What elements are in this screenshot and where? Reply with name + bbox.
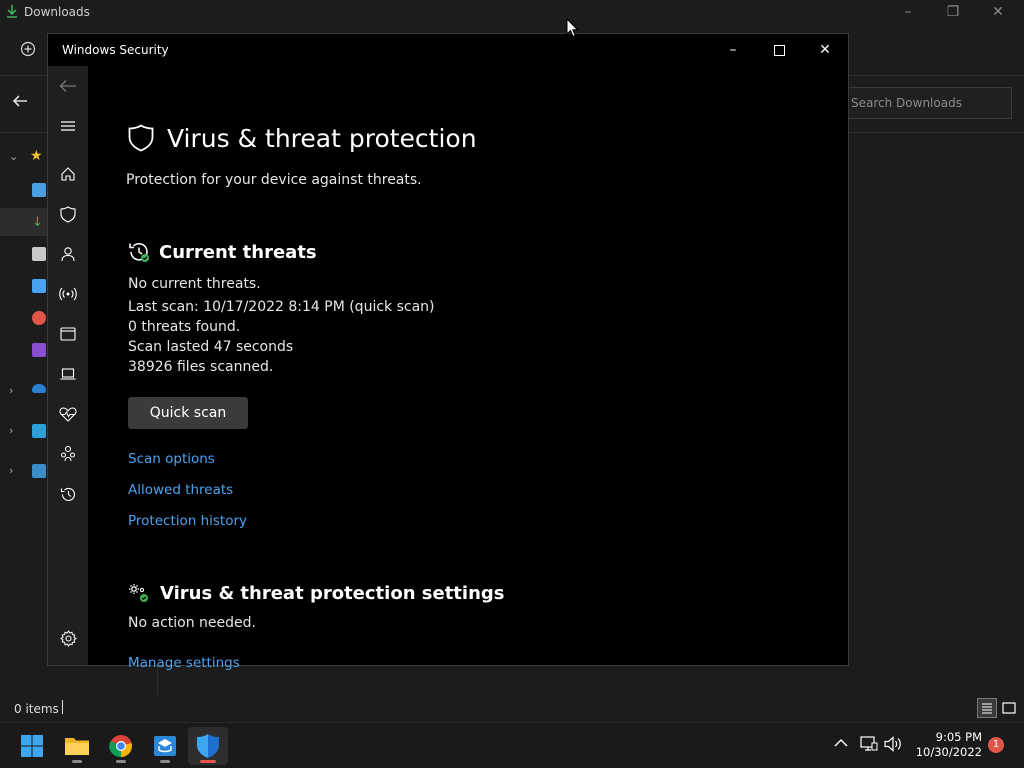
close-icon[interactable]: ✕ bbox=[983, 4, 1013, 20]
explorer-status-bar: 0 items bbox=[0, 694, 1024, 722]
running-indicator bbox=[160, 760, 170, 763]
clock[interactable]: 9:05 PM 10/30/2022 bbox=[912, 730, 982, 760]
security-nav-rail bbox=[48, 66, 88, 665]
settings-section-heading: Virus & threat protection settings bbox=[160, 583, 505, 604]
active-indicator bbox=[200, 760, 216, 763]
protection-history-icon[interactable] bbox=[58, 484, 78, 504]
new-item-icon[interactable] bbox=[20, 41, 36, 61]
videos-folder-icon[interactable] bbox=[32, 343, 46, 357]
volume-icon[interactable] bbox=[884, 736, 902, 756]
store-taskbar-button[interactable] bbox=[145, 727, 185, 765]
current-threats-heading: Current threats bbox=[159, 242, 317, 263]
windows-logo-icon bbox=[21, 735, 43, 757]
details-view-icon[interactable] bbox=[977, 698, 997, 718]
network-icon[interactable] bbox=[32, 464, 46, 478]
running-indicator bbox=[116, 760, 126, 763]
scan-options-link[interactable]: Scan options bbox=[128, 451, 215, 467]
chrome-taskbar-button[interactable] bbox=[101, 727, 141, 765]
mouse-cursor-icon bbox=[566, 17, 579, 42]
shield-icon[interactable] bbox=[58, 204, 78, 224]
item-count: 0 items bbox=[14, 702, 59, 716]
chrome-icon bbox=[109, 735, 132, 758]
chevron-right-icon[interactable]: › bbox=[9, 424, 13, 437]
minimize-icon[interactable]: – bbox=[710, 34, 756, 66]
download-icon bbox=[6, 4, 18, 22]
onedrive-icon[interactable] bbox=[32, 384, 46, 393]
files-scanned-line: 38926 files scanned. bbox=[128, 359, 274, 375]
chevron-down-icon[interactable]: ⌄ bbox=[9, 150, 18, 163]
settings-status-line: No action needed. bbox=[128, 615, 256, 631]
music-folder-icon[interactable] bbox=[32, 311, 46, 325]
threat-status-line: No current threats. bbox=[128, 276, 261, 292]
security-shield-icon bbox=[197, 734, 219, 758]
windows-security-taskbar-button[interactable] bbox=[188, 727, 228, 765]
start-button[interactable] bbox=[12, 727, 52, 765]
manage-settings-link[interactable]: Manage settings bbox=[128, 655, 240, 671]
settings-gears-icon bbox=[128, 583, 150, 607]
clock-date: 10/30/2022 bbox=[915, 745, 982, 759]
window-title: Windows Security bbox=[62, 43, 169, 57]
show-hidden-icons-chevron-icon[interactable] bbox=[834, 736, 848, 752]
chevron-right-icon[interactable]: › bbox=[9, 464, 13, 477]
restore-icon[interactable]: ❐ bbox=[938, 4, 968, 20]
search-input[interactable]: Search Downloads bbox=[836, 87, 1012, 119]
back-arrow-icon[interactable] bbox=[12, 93, 28, 112]
star-icon[interactable]: ★ bbox=[30, 148, 43, 164]
last-scan-line: Last scan: 10/17/2022 8:14 PM (quick sca… bbox=[128, 299, 435, 315]
chevron-right-icon[interactable]: › bbox=[9, 384, 13, 397]
device-health-icon[interactable] bbox=[58, 404, 78, 424]
security-titlebar: Windows Security – ✕ bbox=[48, 34, 848, 66]
back-arrow-icon[interactable] bbox=[58, 76, 78, 96]
shield-icon bbox=[128, 124, 154, 156]
hamburger-menu-icon[interactable] bbox=[58, 116, 78, 136]
quick-scan-button[interactable]: Quick scan bbox=[128, 397, 248, 429]
explorer-titlebar: Downloads – ❐ ✕ bbox=[0, 0, 1024, 28]
tiles-view-icon[interactable] bbox=[999, 698, 1019, 718]
status-separator bbox=[62, 700, 63, 714]
clock-time: 9:05 PM bbox=[935, 730, 982, 744]
settings-gear-icon[interactable] bbox=[58, 628, 78, 648]
app-browser-control-icon[interactable] bbox=[58, 324, 78, 344]
scan-duration-line: Scan lasted 47 seconds bbox=[128, 339, 294, 355]
firewall-network-icon[interactable] bbox=[58, 284, 78, 304]
family-options-icon[interactable] bbox=[58, 444, 78, 464]
minimize-icon[interactable]: – bbox=[893, 4, 923, 20]
network-icon[interactable] bbox=[860, 736, 878, 756]
pictures-folder-icon[interactable] bbox=[32, 279, 46, 293]
taskbar: 9:05 PM 10/30/2022 1 bbox=[0, 722, 1024, 768]
downloads-folder-icon[interactable]: ↓ bbox=[32, 215, 46, 230]
explorer-title: Downloads bbox=[24, 5, 90, 19]
close-icon[interactable]: ✕ bbox=[802, 34, 848, 66]
maximize-icon[interactable] bbox=[756, 34, 802, 66]
page-title: Virus & threat protection bbox=[167, 124, 477, 153]
threats-found-line: 0 threats found. bbox=[128, 319, 241, 335]
device-security-icon[interactable] bbox=[58, 364, 78, 384]
page-subtitle: Protection for your device against threa… bbox=[126, 172, 422, 188]
allowed-threats-link[interactable]: Allowed threats bbox=[128, 482, 233, 498]
home-icon[interactable] bbox=[58, 164, 78, 184]
security-content-pane: Virus & threat protection Protection for… bbox=[88, 66, 848, 671]
notification-badge[interactable]: 1 bbox=[988, 737, 1004, 753]
protection-history-link[interactable]: Protection history bbox=[128, 513, 247, 529]
documents-folder-icon[interactable] bbox=[32, 247, 46, 261]
scan-history-icon bbox=[128, 241, 150, 267]
account-icon[interactable] bbox=[58, 244, 78, 264]
running-indicator bbox=[72, 760, 82, 763]
windows-security-window: Windows Security – ✕ Virus & threat prot… bbox=[47, 33, 849, 671]
file-explorer-taskbar-button[interactable] bbox=[57, 727, 97, 765]
this-pc-icon[interactable] bbox=[32, 424, 46, 438]
app-icon bbox=[154, 736, 176, 756]
folder-icon bbox=[65, 738, 89, 755]
desktop-folder-icon[interactable] bbox=[32, 183, 46, 197]
